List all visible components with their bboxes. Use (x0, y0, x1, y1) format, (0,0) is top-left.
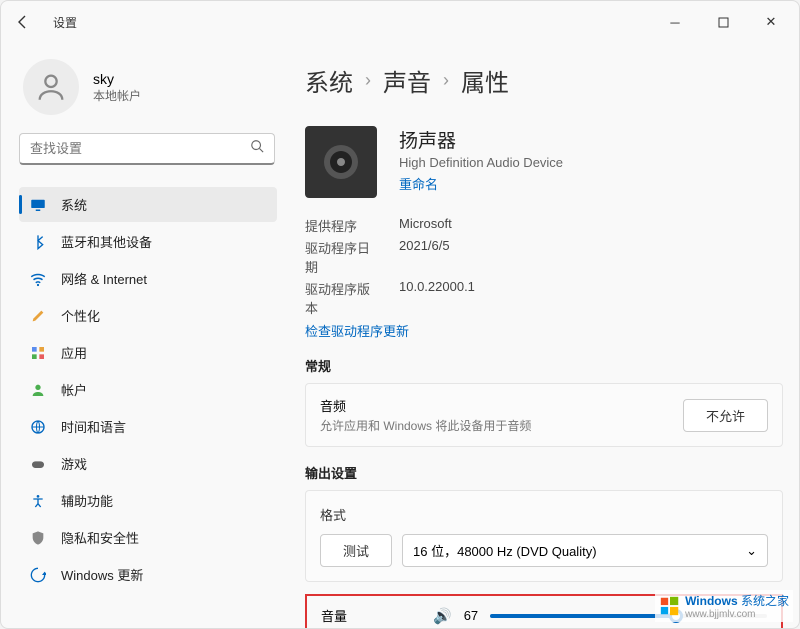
section-output: 输出设置 (305, 463, 783, 482)
test-button[interactable]: 测试 (320, 534, 392, 567)
sidebar-item-7[interactable]: 游戏 (19, 446, 277, 481)
sidebar-item-3[interactable]: 个性化 (19, 298, 277, 333)
chevron-down-icon: ⌄ (746, 543, 757, 559)
sidebar-item-0[interactable]: 系统 (19, 187, 277, 222)
rename-link[interactable]: 重命名 (399, 174, 563, 193)
device-sub: High Definition Audio Device (399, 155, 563, 170)
titlebar: 设置 ─ ✕ (1, 1, 799, 43)
speaker-icon (305, 126, 377, 198)
windows-logo-icon (659, 595, 681, 617)
section-general: 常规 (305, 356, 783, 375)
monitor-icon (29, 196, 47, 214)
breadcrumb-sound[interactable]: 声音 (383, 63, 431, 98)
sidebar-item-8[interactable]: 辅助功能 (19, 483, 277, 518)
apps-icon (29, 344, 47, 362)
output-card: 格式 测试 16 位，48000 Hz (DVD Quality) ⌄ (305, 490, 783, 582)
settings-window: 设置 ─ ✕ sky 本地帐户 系统蓝牙和其他设备网络 & Inter (0, 0, 800, 629)
deny-button[interactable]: 不允许 (683, 399, 768, 432)
user-sub: 本地帐户 (93, 87, 141, 104)
shield-icon (29, 529, 47, 547)
game-icon (29, 455, 47, 473)
sidebar-item-5[interactable]: 帐户 (19, 372, 277, 407)
volume-label: 音量 (321, 606, 421, 625)
device-title: 扬声器 (399, 126, 563, 153)
maximize-button[interactable] (703, 7, 743, 37)
minimize-button[interactable]: ─ (655, 7, 695, 37)
main: 系统 › 声音 › 属性 扬声器 High Definition Audio D… (289, 43, 799, 628)
driver-props: 提供程序Microsoft 驱动程序日期2021/6/5 驱动程序版本10.0.… (305, 216, 783, 340)
audio-sub: 允许应用和 Windows 将此设备用于音频 (320, 417, 531, 434)
bluetooth-icon (29, 233, 47, 251)
volume-value: 67 (464, 608, 478, 623)
back-button[interactable] (9, 8, 37, 36)
volume-icon[interactable]: 🔊 (433, 607, 452, 625)
sidebar-item-2[interactable]: 网络 & Internet (19, 261, 277, 296)
sidebar-item-10[interactable]: Windows 更新 (19, 557, 277, 592)
user-name: sky (93, 71, 141, 87)
nav: 系统蓝牙和其他设备网络 & Internet个性化应用帐户时间和语言游戏辅助功能… (19, 187, 289, 592)
breadcrumb-system[interactable]: 系统 (305, 63, 353, 98)
chevron-right-icon: › (443, 70, 449, 91)
avatar (23, 59, 79, 115)
sidebar-item-4[interactable]: 应用 (19, 335, 277, 370)
update-driver-link[interactable]: 检查驱动程序更新 (305, 321, 783, 340)
user-block[interactable]: sky 本地帐户 (19, 53, 289, 133)
app-title: 设置 (53, 14, 77, 31)
brush-icon (29, 307, 47, 325)
update-icon (29, 566, 47, 584)
breadcrumb-properties: 属性 (461, 63, 509, 98)
audio-card: 音频 允许应用和 Windows 将此设备用于音频 不允许 (305, 383, 783, 447)
audio-label: 音频 (320, 396, 531, 415)
breadcrumb: 系统 › 声音 › 属性 (305, 63, 783, 98)
chevron-right-icon: › (365, 70, 371, 91)
globe-icon (29, 418, 47, 436)
watermark: Windows 系统之家 www.bjjmlv.com (655, 590, 793, 622)
device-block: 扬声器 High Definition Audio Device 重命名 (305, 126, 783, 198)
format-dropdown[interactable]: 16 位，48000 Hz (DVD Quality) ⌄ (402, 534, 768, 567)
close-button[interactable]: ✕ (751, 7, 791, 37)
person-icon (29, 381, 47, 399)
search-icon (250, 139, 264, 158)
format-label: 格式 (320, 505, 768, 524)
sidebar: sky 本地帐户 系统蓝牙和其他设备网络 & Internet个性化应用帐户时间… (1, 43, 289, 628)
sidebar-item-9[interactable]: 隐私和安全性 (19, 520, 277, 555)
search-field[interactable] (30, 141, 250, 156)
sidebar-item-1[interactable]: 蓝牙和其他设备 (19, 224, 277, 259)
wifi-icon (29, 270, 47, 288)
accessibility-icon (29, 492, 47, 510)
search-input[interactable] (19, 133, 275, 165)
sidebar-item-6[interactable]: 时间和语言 (19, 409, 277, 444)
